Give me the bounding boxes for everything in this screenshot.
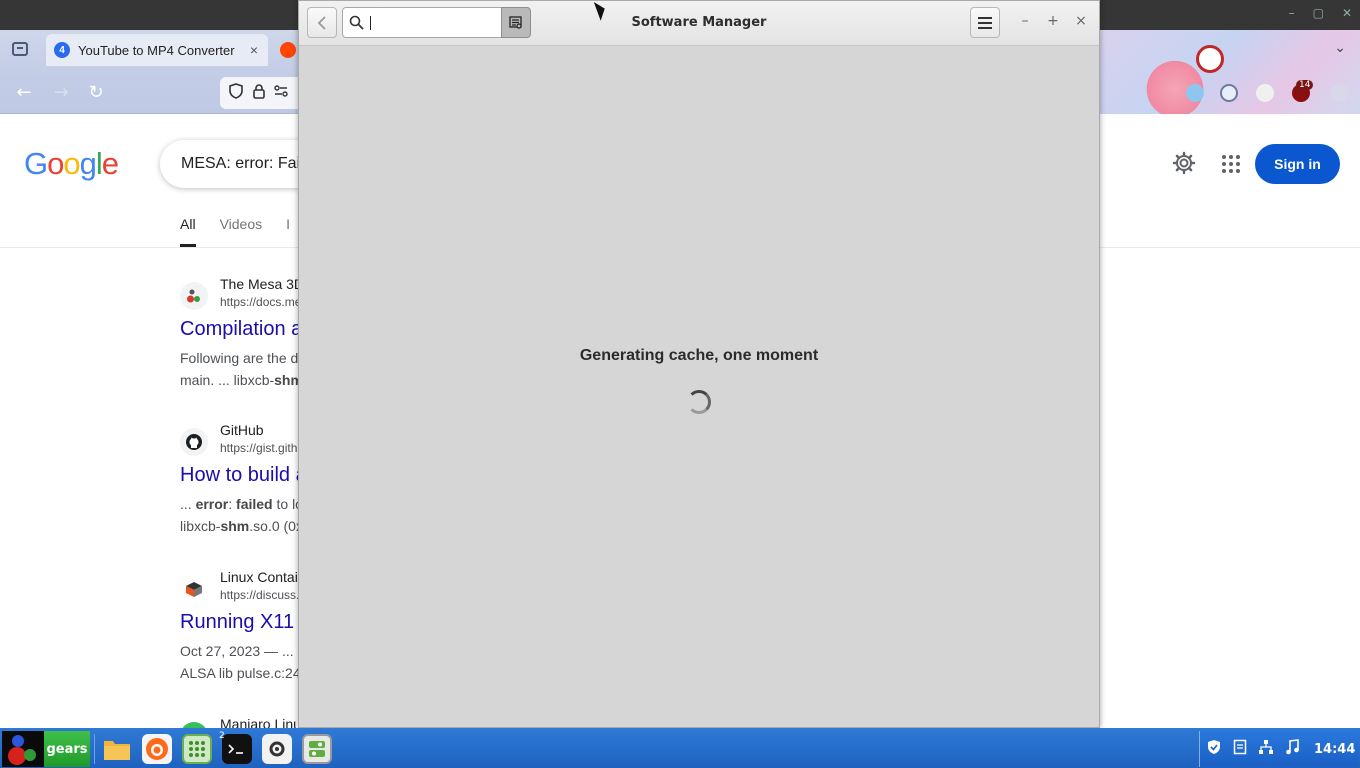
- result-url[interactable]: https://docs.me: [220, 295, 301, 309]
- maximize-icon[interactable]: +: [1045, 13, 1061, 29]
- download-icon[interactable]: [1186, 84, 1204, 102]
- close-icon[interactable]: ✕: [1342, 6, 1352, 20]
- hamburger-menu-button[interactable]: [970, 7, 1000, 38]
- tab-overflow-chevron-down-icon[interactable]: ⌄: [1334, 40, 1346, 56]
- tab-videos[interactable]: Videos: [220, 216, 263, 247]
- url-bar[interactable]: [220, 77, 310, 109]
- minimize-icon[interactable]: –: [1289, 6, 1295, 20]
- settings-gear-icon[interactable]: [1172, 151, 1196, 175]
- reddit-tab-icon[interactable]: [280, 42, 296, 58]
- back-arrow-icon[interactable]: ←: [13, 82, 35, 104]
- lock-icon[interactable]: [252, 83, 266, 103]
- music-note-icon[interactable]: [1284, 739, 1300, 759]
- result-url[interactable]: https://gist.githu: [220, 441, 304, 455]
- minimize-icon[interactable]: –: [1017, 13, 1033, 29]
- terminal-window-count-badge: 2: [219, 731, 225, 741]
- result-snippet: Oct 27, 2023 — ...: [180, 643, 294, 659]
- github-favicon-icon: [180, 428, 208, 456]
- result-snippet: main. ... libxcb-shm: [180, 372, 303, 388]
- result-title-link[interactable]: Compilation a: [180, 318, 302, 341]
- google-logo[interactable]: Google: [24, 146, 119, 182]
- result-site-name[interactable]: Linux Contai: [220, 569, 298, 585]
- sign-in-button[interactable]: Sign in: [1255, 144, 1340, 184]
- start-menu-button[interactable]: [2, 731, 44, 767]
- account-icon[interactable]: [1220, 84, 1238, 102]
- google-apps-icon[interactable]: [1222, 155, 1240, 173]
- linux-containers-favicon-icon: [180, 575, 208, 603]
- menu-hamburger-icon[interactable]: [1330, 84, 1348, 102]
- software-manager-icon[interactable]: [302, 734, 332, 764]
- tab-close-icon[interactable]: ×: [250, 42, 258, 58]
- ublock-count-badge: 14: [1296, 80, 1314, 90]
- browser-window-controls: – ▢ ✕: [1289, 6, 1352, 20]
- system-tray: 14:44: [1199, 731, 1358, 767]
- software-manager-window: Software Manager – + × Generating cache,…: [298, 0, 1100, 728]
- firefox-browser-icon[interactable]: [142, 734, 172, 764]
- app-grid-icon[interactable]: [182, 734, 212, 764]
- settings-gear-icon[interactable]: [262, 734, 292, 764]
- software-manager-header: Software Manager – + ×: [299, 1, 1099, 46]
- alarm-clock-icon: [1196, 45, 1224, 73]
- loading-spinner-icon: [687, 390, 711, 414]
- tab-list-icon[interactable]: [12, 42, 28, 56]
- clock[interactable]: 14:44: [1314, 742, 1355, 757]
- forward-arrow-icon[interactable]: →: [50, 82, 72, 104]
- gears-app-label[interactable]: gears: [44, 731, 90, 767]
- result-url[interactable]: https://discuss.: [220, 588, 299, 602]
- result-snippet: ALSA lib pulse.c:24: [180, 665, 301, 681]
- search-tabs: All Videos I: [180, 216, 290, 247]
- result-snippet: ... error: failed to lo: [180, 496, 303, 512]
- tab-all[interactable]: All: [180, 216, 196, 247]
- network-icon[interactable]: [1258, 739, 1274, 759]
- result-snippet: Following are the d: [180, 350, 299, 366]
- file-manager-folder-icon[interactable]: [102, 734, 132, 764]
- status-message: Generating cache, one moment: [579, 347, 819, 364]
- extension-icon[interactable]: [1256, 84, 1274, 102]
- browser-tab[interactable]: 4 YouTube to MP4 Converter ×: [46, 34, 268, 66]
- reload-icon[interactable]: ↻: [85, 82, 107, 104]
- permissions-icon[interactable]: [274, 85, 288, 101]
- search-query-text: MESA: error: Fai: [181, 155, 301, 172]
- mesa-favicon-icon: [180, 282, 208, 310]
- result-snippet: libxcb-shm.so.0 (0x: [180, 518, 303, 534]
- result-title-link[interactable]: How to build a: [180, 464, 307, 487]
- shield-icon[interactable]: [228, 83, 244, 103]
- tab-images[interactable]: I: [286, 216, 290, 247]
- terminal-icon[interactable]: [222, 734, 252, 764]
- tab-title: YouTube to MP4 Converter: [78, 42, 235, 58]
- taskbar-divider: [94, 734, 95, 764]
- clipboard-icon[interactable]: [1232, 739, 1248, 759]
- tab-favicon-icon: 4: [54, 42, 70, 58]
- result-site-name[interactable]: The Mesa 3D: [220, 276, 304, 292]
- gears-logo-icon: [12, 735, 24, 747]
- result-site-name[interactable]: GitHub: [220, 422, 264, 438]
- shield-icon[interactable]: [1206, 739, 1222, 759]
- close-icon[interactable]: ×: [1073, 13, 1089, 29]
- result-title-link[interactable]: Running X11: [180, 611, 294, 634]
- maximize-icon[interactable]: ▢: [1313, 6, 1324, 20]
